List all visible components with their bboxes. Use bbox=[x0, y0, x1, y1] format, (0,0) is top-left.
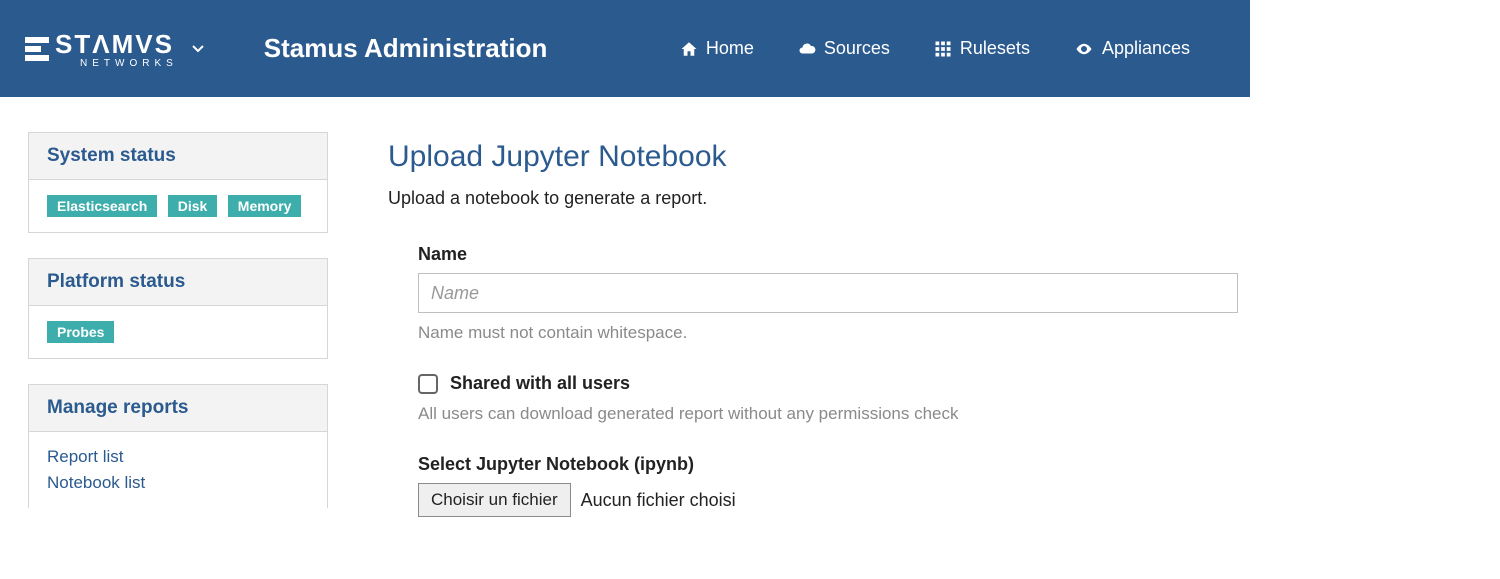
nav-sources-label: Sources bbox=[824, 38, 890, 59]
nav-rulesets[interactable]: Rulesets bbox=[934, 38, 1030, 59]
shared-checkbox[interactable] bbox=[418, 374, 438, 394]
panel-platform-status: Platform status Probes bbox=[28, 258, 328, 359]
brand-sub: NETWORKS bbox=[80, 58, 178, 69]
name-help: Name must not contain whitespace. bbox=[418, 323, 1248, 343]
content: System status Elasticsearch Disk Memory … bbox=[0, 97, 1500, 568]
main: Upload Jupyter Notebook Upload a noteboo… bbox=[388, 132, 1248, 533]
brand-logo: STΛMVS NETWORKS bbox=[25, 29, 178, 69]
upload-form: Name Name must not contain whitespace. S… bbox=[388, 244, 1248, 517]
nav-rulesets-label: Rulesets bbox=[960, 38, 1030, 59]
panel-system-status-title: System status bbox=[29, 133, 327, 180]
file-label: Select Jupyter Notebook (ipynb) bbox=[418, 454, 1248, 475]
nav-home-label: Home bbox=[706, 38, 754, 59]
badge-memory[interactable]: Memory bbox=[228, 195, 302, 217]
badge-elasticsearch[interactable]: Elasticsearch bbox=[47, 195, 157, 217]
shared-label: Shared with all users bbox=[450, 373, 630, 394]
name-input[interactable] bbox=[418, 273, 1238, 313]
badge-probes[interactable]: Probes bbox=[47, 321, 114, 343]
badge-disk[interactable]: Disk bbox=[168, 195, 218, 217]
page-title: Upload Jupyter Notebook bbox=[388, 140, 1248, 174]
panel-manage-reports-title: Manage reports bbox=[29, 385, 327, 432]
sidebar: System status Elasticsearch Disk Memory … bbox=[28, 132, 328, 533]
link-notebook-list[interactable]: Notebook list bbox=[47, 470, 309, 496]
nav-sources[interactable]: Sources bbox=[798, 38, 890, 59]
app-title: Stamus Administration bbox=[264, 33, 548, 64]
app-header: STΛMVS NETWORKS Stamus Administration Ho… bbox=[0, 0, 1250, 97]
eye-icon bbox=[1074, 40, 1094, 58]
link-report-list[interactable]: Report list bbox=[47, 444, 309, 470]
panel-platform-status-title: Platform status bbox=[29, 259, 327, 306]
chevron-down-icon bbox=[192, 40, 204, 58]
brand-name: STΛMVS bbox=[55, 29, 174, 60]
choose-file-button[interactable]: Choisir un fichier bbox=[418, 483, 571, 517]
brand-logo-icon bbox=[25, 35, 49, 63]
cloud-icon bbox=[798, 40, 816, 58]
nav-appliances[interactable]: Appliances bbox=[1074, 38, 1190, 59]
nav-appliances-label: Appliances bbox=[1102, 38, 1190, 59]
home-icon bbox=[680, 40, 698, 58]
grid-icon bbox=[934, 40, 952, 58]
panel-system-status: System status Elasticsearch Disk Memory bbox=[28, 132, 328, 233]
page-subtitle: Upload a notebook to generate a report. bbox=[388, 188, 1248, 209]
brand-menu[interactable]: STΛMVS NETWORKS bbox=[25, 29, 204, 69]
panel-manage-reports: Manage reports Report list Notebook list bbox=[28, 384, 328, 508]
name-label: Name bbox=[418, 244, 1248, 265]
nav-home[interactable]: Home bbox=[680, 38, 754, 59]
main-nav: Home Sources Rulesets Appliances bbox=[680, 38, 1190, 59]
file-status: Aucun fichier choisi bbox=[581, 490, 736, 511]
shared-help: All users can download generated report … bbox=[418, 404, 1248, 424]
